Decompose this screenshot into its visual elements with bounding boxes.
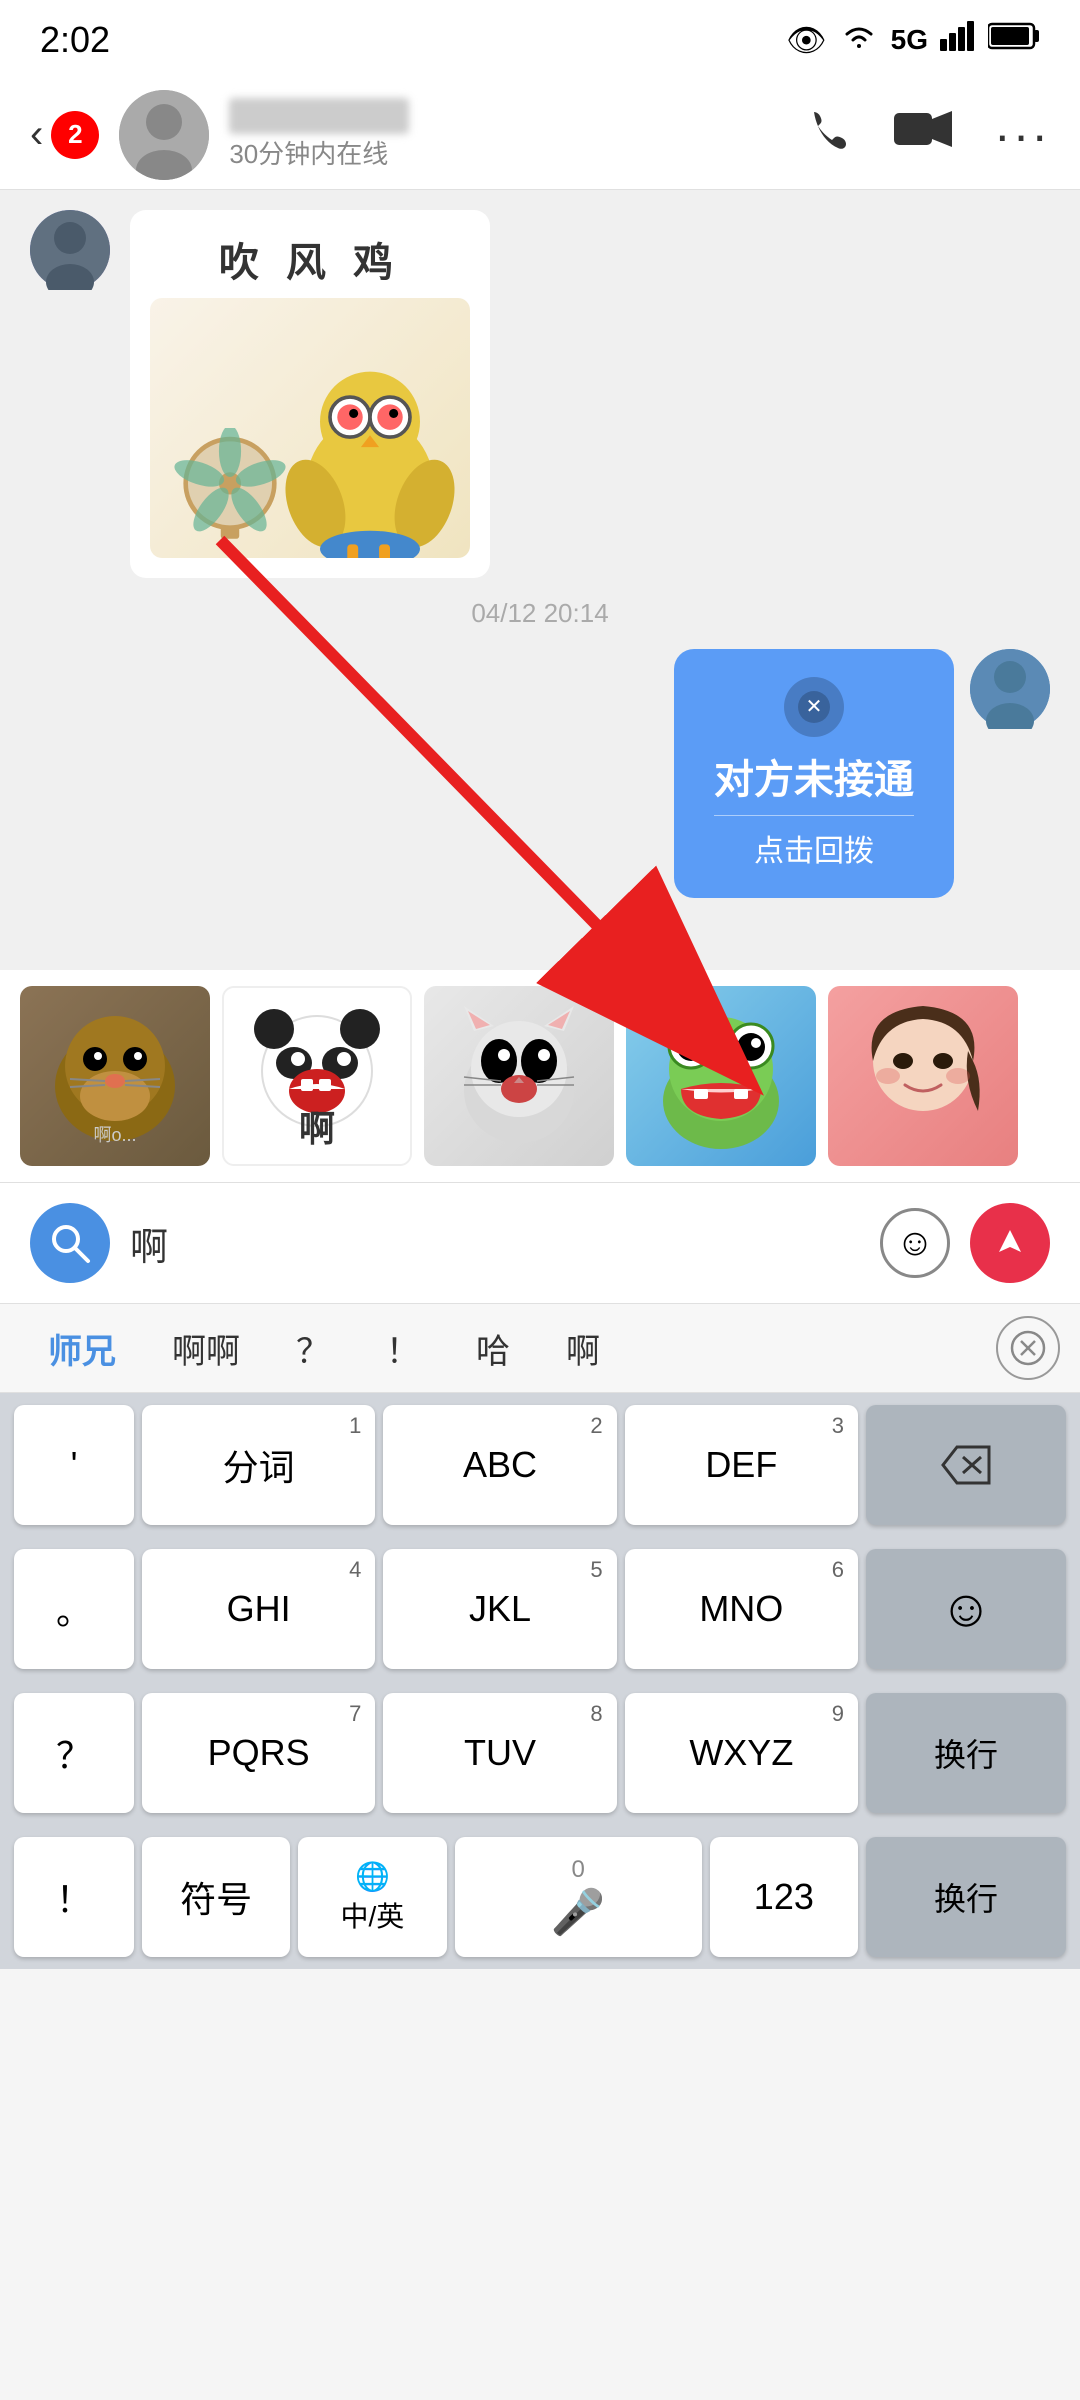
suggestion-6[interactable]: 啊 [538,1314,628,1383]
key-zero-label: 0 [571,1856,584,1884]
nav-username [229,98,409,134]
key-apostrophe[interactable]: ' [14,1405,134,1525]
eye-icon: 👁 [786,21,827,59]
key-space-mic[interactable]: 0 🎤 [455,1837,702,1957]
missed-call-title: 对方未接通 [714,747,914,805]
nav-badge: 2 [51,111,99,159]
key-5-jkl[interactable]: 5 JKL [383,1549,616,1669]
key-3-def[interactable]: 3 DEF [625,1405,858,1525]
signal-bars-icon [940,21,976,59]
key-8-tuv[interactable]: 8 TUV [383,1693,616,1813]
key-7-pqrs[interactable]: 7 PQRS [142,1693,375,1813]
keyboard-row-3: ？ 7 PQRS 8 TUV 9 WXYZ 换行 [0,1681,1080,1825]
status-time: 2:02 [40,19,110,61]
globe-icon: 🌐 [355,1860,390,1893]
sticker-bubble[interactable]: 吹 风 鸡 [130,210,490,578]
sticker-item-4[interactable] [626,986,816,1166]
keyboard-row-1: ' 1 分词 2 ABC 3 DEF [0,1393,1080,1537]
nav-actions: ··· [804,104,1050,165]
emoji-icon: ☺ [896,1222,935,1265]
nav-info: 30分钟内在线 [229,98,784,171]
key-4-ghi[interactable]: 4 GHI [142,1549,375,1669]
key-period[interactable]: 。 [14,1549,134,1669]
sticker-image [150,298,470,558]
suggestion-1[interactable]: 师兄 [20,1314,144,1383]
svg-text:✕: ✕ [806,696,823,718]
missed-call-sub: 点击回拨 [714,815,914,870]
key-fufu[interactable]: 符号 [142,1837,290,1957]
keyboard: ' 1 分词 2 ABC 3 DEF 。 [0,1393,1080,1969]
signal-5g-icon: 5G [891,24,928,56]
search-button[interactable] [30,1203,110,1283]
wifi-icon [839,22,879,59]
mic-icon: 🎤 [551,1886,606,1938]
back-arrow-icon: ‹ [30,112,43,157]
suggestions-bar: 师兄 啊啊 ？ ！ 哈 啊 [0,1303,1080,1393]
key-1-fenci[interactable]: 1 分词 [142,1405,375,1525]
key-123[interactable]: 123 [710,1837,858,1957]
sticker-item-5[interactable] [828,986,1018,1166]
suggestion-2[interactable]: 啊啊 [144,1314,268,1383]
key-newline[interactable]: 换行 [866,1693,1066,1813]
suggestion-3[interactable]: ？ [268,1314,358,1383]
sticker-item-1[interactable]: 啊o... [20,986,210,1166]
phone-call-button[interactable] [804,104,854,165]
nav-back-button[interactable]: ‹ 2 [30,111,99,159]
nav-user-status: 30分钟内在线 [229,134,784,171]
key-delete[interactable] [866,1405,1066,1525]
suggestion-5[interactable]: 哈 [448,1314,538,1383]
suggestions-delete-button[interactable] [996,1316,1060,1380]
keyboard-row-4: ！ 符号 🌐 中/英 0 🎤 123 换行 [0,1825,1080,1969]
key-6-mno[interactable]: 6 MNO [625,1549,858,1669]
emoji-button[interactable]: ☺ [880,1208,950,1278]
send-button[interactable] [970,1203,1050,1283]
svg-text:啊: 啊 [299,1108,335,1149]
self-avatar [970,649,1050,729]
sticker-row: 啊o... 啊 [0,970,1080,1182]
suggestion-4[interactable]: ！ [358,1314,448,1383]
key-emoji[interactable]: ☺ [866,1549,1066,1669]
key-9-wxyz[interactable]: 9 WXYZ [625,1693,858,1813]
avatar-image [119,90,209,180]
message-timestamp: 04/12 20:14 [30,598,1050,629]
sticker-message: 吹 风 鸡 [30,210,1050,578]
call-bubble[interactable]: ✕ 对方未接通 点击回拨 [674,649,954,898]
chat-area: 吹 风 鸡 [0,190,1080,970]
key-enter[interactable]: 换行 [866,1837,1066,1957]
status-icons: 👁 5G [786,21,1040,59]
more-options-button[interactable]: ··· [994,106,1050,164]
call-icon-circle: ✕ [784,677,844,737]
sticker-item-3[interactable] [424,986,614,1166]
key-exclaim[interactable]: ！ [14,1837,134,1957]
status-bar: 2:02 👁 5G [0,0,1080,80]
nav-avatar [119,90,209,180]
sticker-title: 吹 风 鸡 [219,230,401,288]
sticker-item-2[interactable]: 啊 [222,986,412,1166]
key-2-abc[interactable]: 2 ABC [383,1405,616,1525]
nav-bar: ‹ 2 30分钟内在线 ··· [0,80,1080,190]
keyboard-row-2: 。 4 GHI 5 JKL 6 MNO ☺ [0,1537,1080,1681]
key-question[interactable]: ？ [14,1693,134,1813]
key-lang[interactable]: 🌐 中/英 [298,1837,446,1957]
other-user-avatar [30,210,110,290]
input-bar: ☺ [0,1182,1080,1303]
battery-icon [988,22,1040,58]
message-input[interactable] [130,1203,860,1283]
svg-text:啊o...: 啊o... [93,1125,136,1145]
video-call-button[interactable] [894,107,954,162]
missed-call-message: ✕ 对方未接通 点击回拨 [30,649,1050,898]
